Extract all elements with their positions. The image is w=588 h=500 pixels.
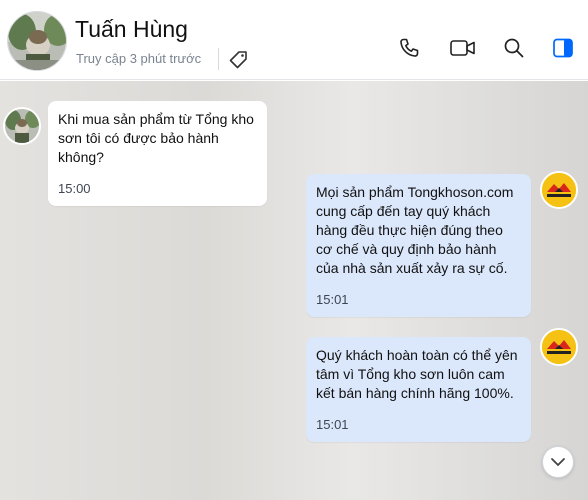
- brand-logo-avatar[interactable]: [540, 328, 578, 366]
- chevron-down-icon: [551, 458, 565, 466]
- brand-logo: [542, 173, 576, 207]
- brand-logo: [542, 330, 576, 364]
- message-bubble-outgoing[interactable]: Mọi sản phẩm Tongkhoson.com cung cấp đến…: [306, 174, 531, 317]
- header-divider: [218, 48, 219, 70]
- contact-name: Tuấn Hùng: [75, 16, 188, 42]
- conversation-area[interactable]: Khi mua sản phẩm từ Tổng kho sơn tôi có …: [0, 81, 588, 500]
- contact-avatar[interactable]: [7, 11, 67, 71]
- message-text: Quý khách hoàn toàn có thể yên tâm vì Tổ…: [316, 347, 518, 401]
- scroll-to-bottom-button[interactable]: [542, 446, 574, 478]
- sender-avatar[interactable]: [3, 107, 41, 145]
- message-time: 15:01: [316, 292, 349, 307]
- video-call-icon[interactable]: [449, 36, 477, 60]
- message-text: Khi mua sản phẩm từ Tổng kho sơn tôi có …: [58, 111, 254, 165]
- contact-avatar-photo: [8, 12, 66, 70]
- chat-header: Tuấn Hùng Truy cập 3 phút trước: [0, 0, 588, 80]
- message-text: Mọi sản phẩm Tongkhoson.com cung cấp đến…: [316, 184, 514, 276]
- brand-logo-avatar[interactable]: [540, 171, 578, 209]
- last-seen-status: Truy cập 3 phút trước: [76, 51, 202, 66]
- message-time: 15:00: [58, 181, 91, 196]
- sidebar-toggle-icon[interactable]: [551, 36, 575, 60]
- phone-icon[interactable]: [397, 36, 421, 60]
- message-time: 15:01: [316, 417, 349, 432]
- message-bubble-outgoing[interactable]: Quý khách hoàn toàn có thể yên tâm vì Tổ…: [306, 337, 531, 442]
- tag-icon[interactable]: [227, 49, 249, 71]
- search-icon[interactable]: [502, 36, 526, 60]
- message-bubble-incoming[interactable]: Khi mua sản phẩm từ Tổng kho sơn tôi có …: [48, 101, 267, 206]
